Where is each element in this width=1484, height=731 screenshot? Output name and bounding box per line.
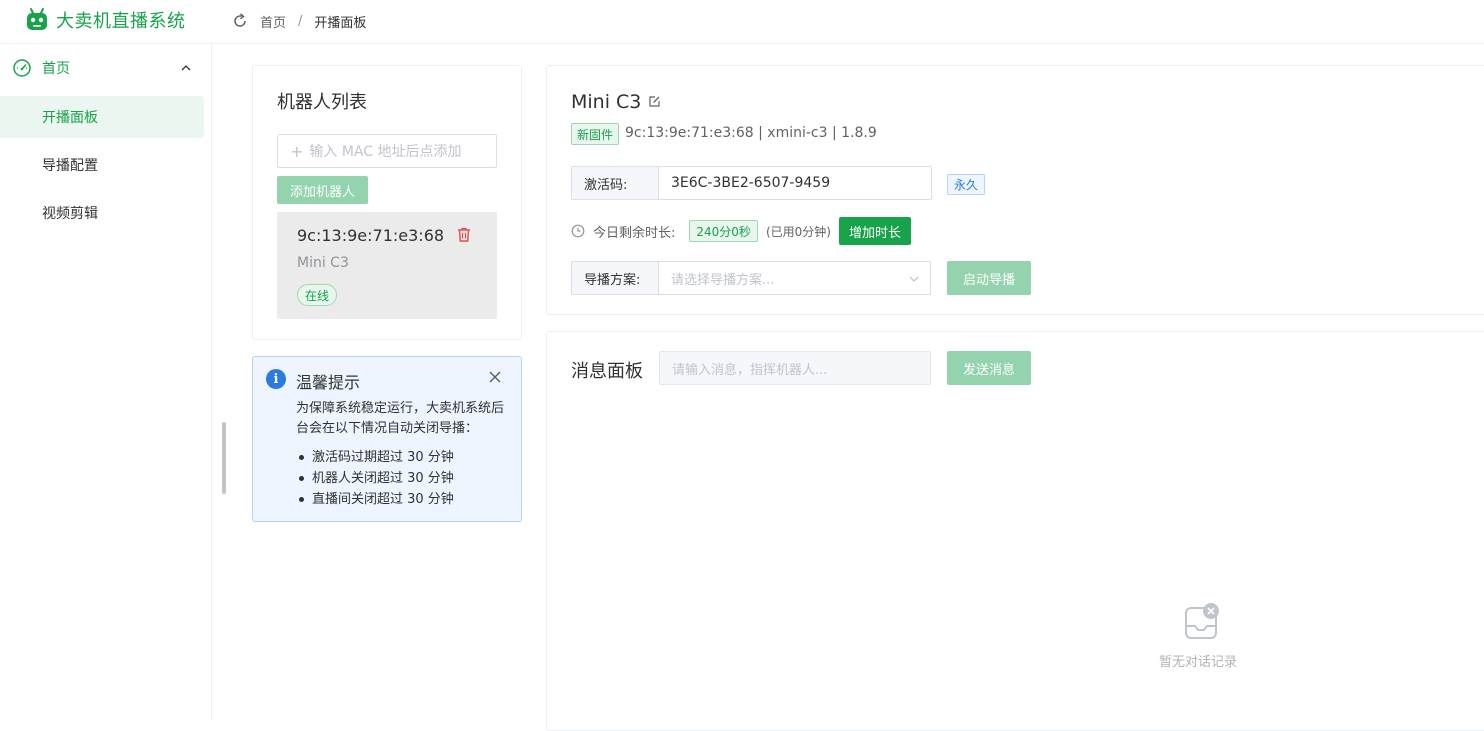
- mac-input-placeholder: 输入 MAC 地址后点添加: [309, 144, 462, 160]
- time-remaining-row: 今日剩余时长: 240分0秒 (已用0分钟) 增加时长: [571, 216, 911, 246]
- activation-label: 激活码:: [572, 167, 659, 199]
- firmware-tag: 新固件: [571, 123, 620, 145]
- tip-body: 为保障系统稳定运行，大卖机系统后台会在以下情况自动关闭导播：: [296, 401, 505, 436]
- plan-placeholder: 请选择导播方案...: [671, 272, 775, 288]
- device-meta: 9c:13:9e:71:e3:68 | xmini-c3 | 1.8.9: [625, 125, 877, 141]
- close-icon[interactable]: [489, 371, 501, 383]
- app-logo[interactable]: 大卖机直播系统: [24, 7, 186, 33]
- top-header: 大卖机直播系统 首页 / 开播面板: [0, 0, 1484, 44]
- info-icon: i: [266, 369, 286, 389]
- delete-icon[interactable]: [457, 227, 471, 242]
- device-card: Mini C3 新固件 9c:13:9e:71:e3:68 | xmini-c3…: [546, 65, 1484, 315]
- refresh-icon[interactable]: [232, 13, 248, 29]
- breadcrumb-current: 开播面板: [314, 16, 367, 31]
- plus-icon: +: [290, 141, 304, 161]
- robot-list-title: 机器人列表: [277, 92, 367, 113]
- robot-list-item[interactable]: 9c:13:9e:71:e3:68 Mini C3 在线: [277, 212, 497, 319]
- breadcrumb-home[interactable]: 首页: [260, 12, 286, 31]
- add-robot-button[interactable]: 添加机器人: [277, 176, 368, 204]
- clock-icon: [571, 224, 585, 238]
- activation-code-field[interactable]: 激活码: 3E6C-3BE2-6507-9459: [571, 166, 932, 200]
- empty-inbox-icon: [1185, 603, 1219, 639]
- sidebar-item-director-config[interactable]: 导播配置: [0, 144, 204, 186]
- sidebar-group-label: 首页: [42, 61, 70, 77]
- activation-code-value[interactable]: 3E6C-3BE2-6507-9459: [659, 167, 830, 199]
- tip-list-item: 机器人关闭超过 30 分钟: [296, 468, 454, 489]
- dashboard-icon: [13, 59, 31, 77]
- sidebar-group-home[interactable]: 首页: [0, 54, 212, 82]
- add-time-button[interactable]: 增加时长: [838, 217, 911, 245]
- director-plan-select[interactable]: 导播方案: 请选择导播方案...: [571, 261, 931, 295]
- sidebar-item-dashboard[interactable]: 开播面板: [0, 96, 204, 138]
- start-director-button[interactable]: 启动导播: [947, 261, 1031, 295]
- message-panel-title: 消息面板: [571, 361, 643, 382]
- activation-type-tag: 永久: [947, 174, 986, 195]
- device-name: Mini C3: [571, 91, 642, 113]
- sidebar: 首页 开播面板 导播配置 视频剪辑: [0, 44, 212, 721]
- robot-mac: 9c:13:9e:71:e3:68: [297, 226, 445, 245]
- send-message-button[interactable]: 发送消息: [947, 351, 1031, 385]
- scrollbar[interactable]: [222, 422, 226, 494]
- plan-label: 导播方案:: [572, 262, 659, 294]
- time-used-text: (已用0分钟): [765, 224, 831, 239]
- sidebar-item-label: 开播面板: [42, 110, 98, 126]
- tip-alert: i 温馨提示 为保障系统稳定运行，大卖机系统后台会在以下情况自动关闭导播： 激活…: [252, 356, 522, 522]
- empty-state-text: 暂无对话记录: [1159, 655, 1238, 670]
- message-panel-card: 消息面板 请输入消息，指挥机器人... 发送消息 暂无对话记录: [546, 331, 1484, 731]
- chevron-down-icon: [909, 276, 919, 282]
- time-remaining-tag: 240分0秒: [689, 220, 758, 242]
- tip-list: 激活码过期超过 30 分钟 机器人关闭超过 30 分钟 直播间关闭超过 30 分…: [296, 447, 454, 510]
- sidebar-item-label: 导播配置: [42, 158, 98, 174]
- tip-title: 温馨提示: [296, 373, 361, 392]
- app-title: 大卖机直播系统: [56, 11, 186, 32]
- robot-list-card: 机器人列表 + 输入 MAC 地址后点添加 添加机器人 9c:13:9e:71:…: [252, 65, 522, 340]
- tip-list-item: 直播间关闭超过 30 分钟: [296, 489, 454, 510]
- mac-address-input[interactable]: + 输入 MAC 地址后点添加: [277, 134, 497, 168]
- robot-model: Mini C3: [297, 255, 349, 271]
- time-remaining-label: 今日剩余时长:: [593, 225, 676, 241]
- sidebar-item-label: 视频剪辑: [42, 206, 98, 222]
- status-badge: 在线: [297, 284, 338, 306]
- tip-list-item: 激活码过期超过 30 分钟: [296, 447, 454, 468]
- sidebar-item-video-edit[interactable]: 视频剪辑: [0, 192, 204, 234]
- breadcrumb: 首页 / 开播面板: [260, 12, 366, 31]
- message-input[interactable]: 请输入消息，指挥机器人...: [659, 351, 931, 385]
- breadcrumb-separator: /: [298, 14, 303, 29]
- robot-logo-icon: [27, 8, 47, 30]
- edit-icon[interactable]: [648, 95, 661, 108]
- chevron-up-icon[interactable]: [180, 62, 192, 74]
